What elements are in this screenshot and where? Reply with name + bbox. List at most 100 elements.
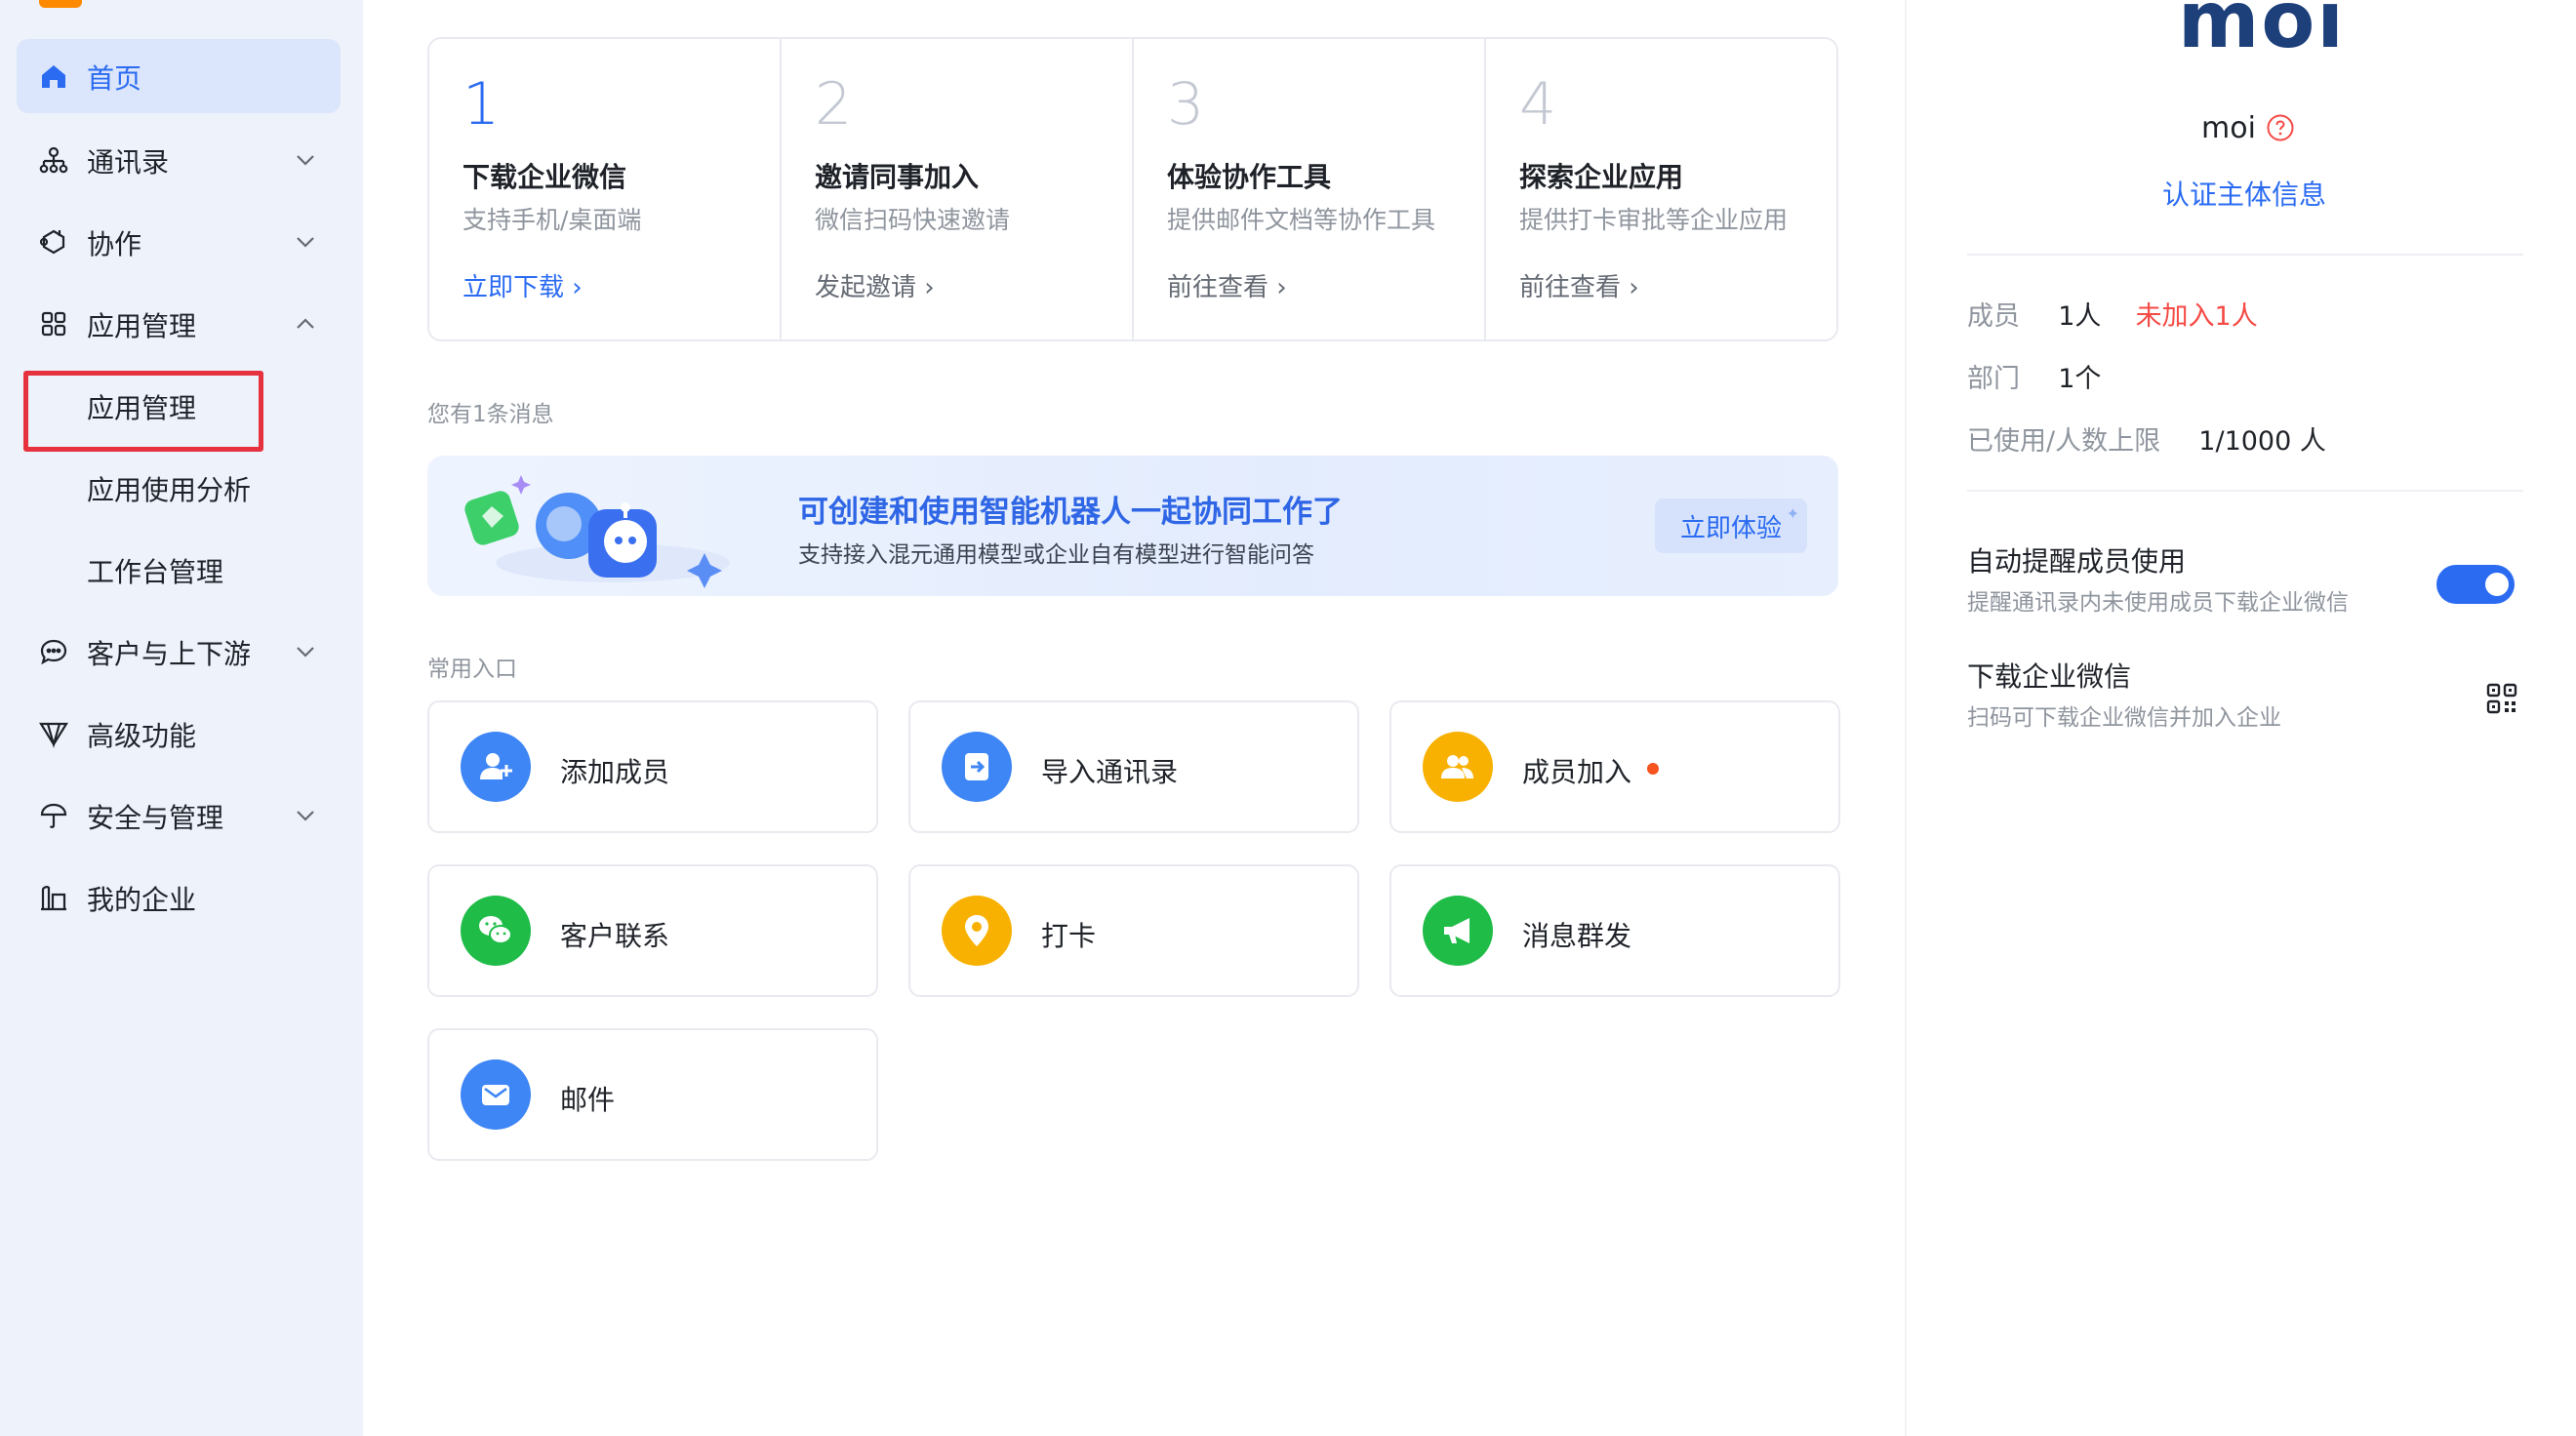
try-now-label: 立即体验 bbox=[1679, 513, 1782, 543]
step-number: 1 bbox=[463, 70, 501, 139]
step-desc: 微信扫码快速邀请 bbox=[815, 206, 1011, 234]
sidebar-subitem-app-usage-analysis[interactable]: 应用使用分析 bbox=[17, 451, 341, 525]
buildings-icon bbox=[41, 886, 66, 911]
auto-remind-toggle[interactable] bbox=[2436, 565, 2515, 604]
try-now-button[interactable]: 立即体验 ✦ bbox=[1655, 499, 1807, 553]
auto-remind-desc: 提醒通讯录内未使用成员下载企业微信 bbox=[1967, 590, 2349, 616]
sidebar-item-label: 协作 bbox=[87, 228, 142, 260]
sidebar-item-label: 安全与管理 bbox=[87, 802, 224, 834]
stat-value: 1/1000 人 bbox=[2198, 426, 2326, 457]
stat-key: 部门 bbox=[1967, 364, 2020, 394]
step-link-explore-apps[interactable]: 前往查看 › bbox=[1519, 267, 1639, 303]
add-member-icon bbox=[461, 732, 531, 802]
org-chart-icon bbox=[39, 146, 68, 174]
auto-remind-title: 自动提醒成员使用 bbox=[1967, 545, 2187, 578]
step-invite: 2 邀请同事加入 微信扫码快速邀请 发起邀请 › bbox=[782, 39, 1134, 339]
sidebar-item-security[interactable]: 安全与管理 bbox=[17, 778, 341, 853]
download-desc: 扫码可下载企业微信并加入企业 bbox=[1967, 705, 2281, 731]
highlight-box bbox=[23, 371, 263, 452]
step-link-invite[interactable]: 发起邀请 › bbox=[815, 267, 935, 303]
step-link-collab-tools[interactable]: 前往查看 › bbox=[1167, 267, 1287, 303]
megaphone-icon bbox=[1423, 896, 1493, 966]
ai-bot-banner[interactable]: 可创建和使用智能机器人一起协同工作了 支持接入混元通用模型或企业自有模型进行智能… bbox=[427, 456, 1838, 596]
sidebar-item-home[interactable]: 首页 bbox=[17, 39, 341, 113]
home-icon bbox=[42, 65, 65, 88]
sidebar-subitem-label: 工作台管理 bbox=[87, 556, 224, 588]
stat-value: 1个 bbox=[2058, 364, 2102, 394]
step-download: 1 下载企业微信 支持手机/桌面端 立即下载 › bbox=[429, 39, 782, 339]
entry-member-join[interactable]: 成员加入 bbox=[1389, 700, 1840, 833]
seat-limit-stat: 已使用/人数上限 1/1000 人 bbox=[1967, 419, 2326, 458]
logo-fragment bbox=[39, 0, 82, 8]
sidebar-item-label: 首页 bbox=[87, 62, 142, 95]
onboarding-steps: 1 下载企业微信 支持手机/桌面端 立即下载 › 2 邀请同事加入 微信扫码快速… bbox=[427, 37, 1838, 341]
entry-mass-message[interactable]: 消息群发 bbox=[1389, 864, 1840, 997]
collaborate-icon bbox=[39, 229, 65, 255]
step-number: 2 bbox=[815, 70, 853, 139]
import-contacts-icon bbox=[942, 732, 1012, 802]
stat-key: 成员 bbox=[1967, 301, 2020, 332]
apps-grid-icon bbox=[41, 311, 66, 337]
messages-label: 您有1条消息 bbox=[427, 402, 554, 427]
step-desc: 提供打卡审批等企业应用 bbox=[1519, 206, 1789, 234]
banner-title: 可创建和使用智能机器人一起协同工作了 bbox=[798, 495, 1343, 530]
sidebar-item-my-enterprise[interactable]: 我的企业 bbox=[17, 860, 341, 935]
wechat-icon bbox=[461, 896, 531, 966]
toggle-knob bbox=[2485, 573, 2509, 596]
notification-dot bbox=[1647, 763, 1659, 775]
member-join-icon bbox=[1423, 732, 1493, 802]
sidebar-item-label: 客户与上下游 bbox=[87, 638, 252, 670]
entry-label: 客户联系 bbox=[560, 920, 670, 952]
stat-key: 已使用/人数上限 bbox=[1967, 426, 2161, 457]
chevron-down-icon bbox=[297, 237, 314, 248]
help-icon[interactable] bbox=[2266, 113, 2295, 142]
step-title: 邀请同事加入 bbox=[815, 161, 980, 193]
entry-mail[interactable]: 邮件 bbox=[427, 1028, 878, 1161]
banner-subtitle: 支持接入混元通用模型或企业自有模型进行智能问答 bbox=[798, 542, 1314, 568]
step-link-download[interactable]: 立即下载 › bbox=[463, 267, 583, 303]
chevron-down-icon bbox=[297, 811, 314, 821]
chevron-down-icon bbox=[297, 647, 314, 658]
departments-stat: 部门 1个 bbox=[1967, 357, 2101, 395]
sidebar-item-contacts[interactable]: 通讯录 bbox=[17, 123, 341, 197]
org-name: moi bbox=[2201, 111, 2256, 145]
step-explore-apps: 4 探索企业应用 提供打卡审批等企业应用 前往查看 › bbox=[1486, 39, 1836, 339]
admin-console: 首页 通讯录 协作 应用管理 应用管理 应用使用分析 工作台管理 客户与上下游 … bbox=[0, 0, 2576, 1436]
diamond-icon bbox=[39, 722, 68, 749]
step-number: 3 bbox=[1167, 70, 1205, 139]
sidebar-item-advanced[interactable]: 高级功能 bbox=[17, 697, 341, 771]
entry-label: 添加成员 bbox=[560, 756, 670, 788]
entry-import-contacts[interactable]: 导入通讯录 bbox=[908, 700, 1359, 833]
qr-code-icon[interactable] bbox=[2486, 683, 2517, 714]
verify-entity-link[interactable]: 认证主体信息 bbox=[2162, 174, 2326, 213]
org-logo-text: moi bbox=[2178, 0, 2346, 65]
entry-add-member[interactable]: 添加成员 bbox=[427, 700, 878, 833]
entry-check-in[interactable]: 打卡 bbox=[908, 864, 1359, 997]
entry-customer-contact[interactable]: 客户联系 bbox=[427, 864, 878, 997]
common-entries-label: 常用入口 bbox=[427, 657, 517, 682]
chevron-down-icon bbox=[297, 155, 314, 166]
entry-label: 成员加入 bbox=[1522, 756, 1632, 788]
sidebar-item-label: 应用管理 bbox=[87, 310, 197, 342]
download-title: 下载企业微信 bbox=[1967, 660, 2132, 693]
sidebar-subitem-workbench-management[interactable]: 工作台管理 bbox=[17, 533, 341, 607]
location-pin-icon bbox=[942, 896, 1012, 966]
chevron-up-icon bbox=[297, 318, 314, 329]
step-title: 体验协作工具 bbox=[1167, 161, 1332, 193]
chat-bubble-icon bbox=[40, 639, 67, 665]
robot-illustration-icon bbox=[464, 475, 730, 588]
sidebar-item-collaboration[interactable]: 协作 bbox=[17, 205, 341, 279]
entry-label: 打卡 bbox=[1041, 920, 1097, 952]
sidebar-item-app-management[interactable]: 应用管理 bbox=[17, 287, 341, 361]
step-title: 探索企业应用 bbox=[1519, 161, 1684, 193]
step-number: 4 bbox=[1519, 70, 1557, 139]
stat-value: 1人 bbox=[2058, 301, 2102, 332]
sidebar: 首页 通讯录 协作 应用管理 应用管理 应用使用分析 工作台管理 客户与上下游 … bbox=[0, 0, 363, 1436]
divider bbox=[1967, 490, 2523, 492]
sidebar-item-customers[interactable]: 客户与上下游 bbox=[17, 615, 341, 689]
sidebar-item-label: 通讯录 bbox=[87, 146, 170, 179]
unjoined-members-link[interactable]: 未加入1人 bbox=[2136, 301, 2258, 332]
umbrella-icon bbox=[40, 803, 67, 828]
step-desc: 支持手机/桌面端 bbox=[463, 206, 642, 234]
divider bbox=[1967, 254, 2523, 256]
